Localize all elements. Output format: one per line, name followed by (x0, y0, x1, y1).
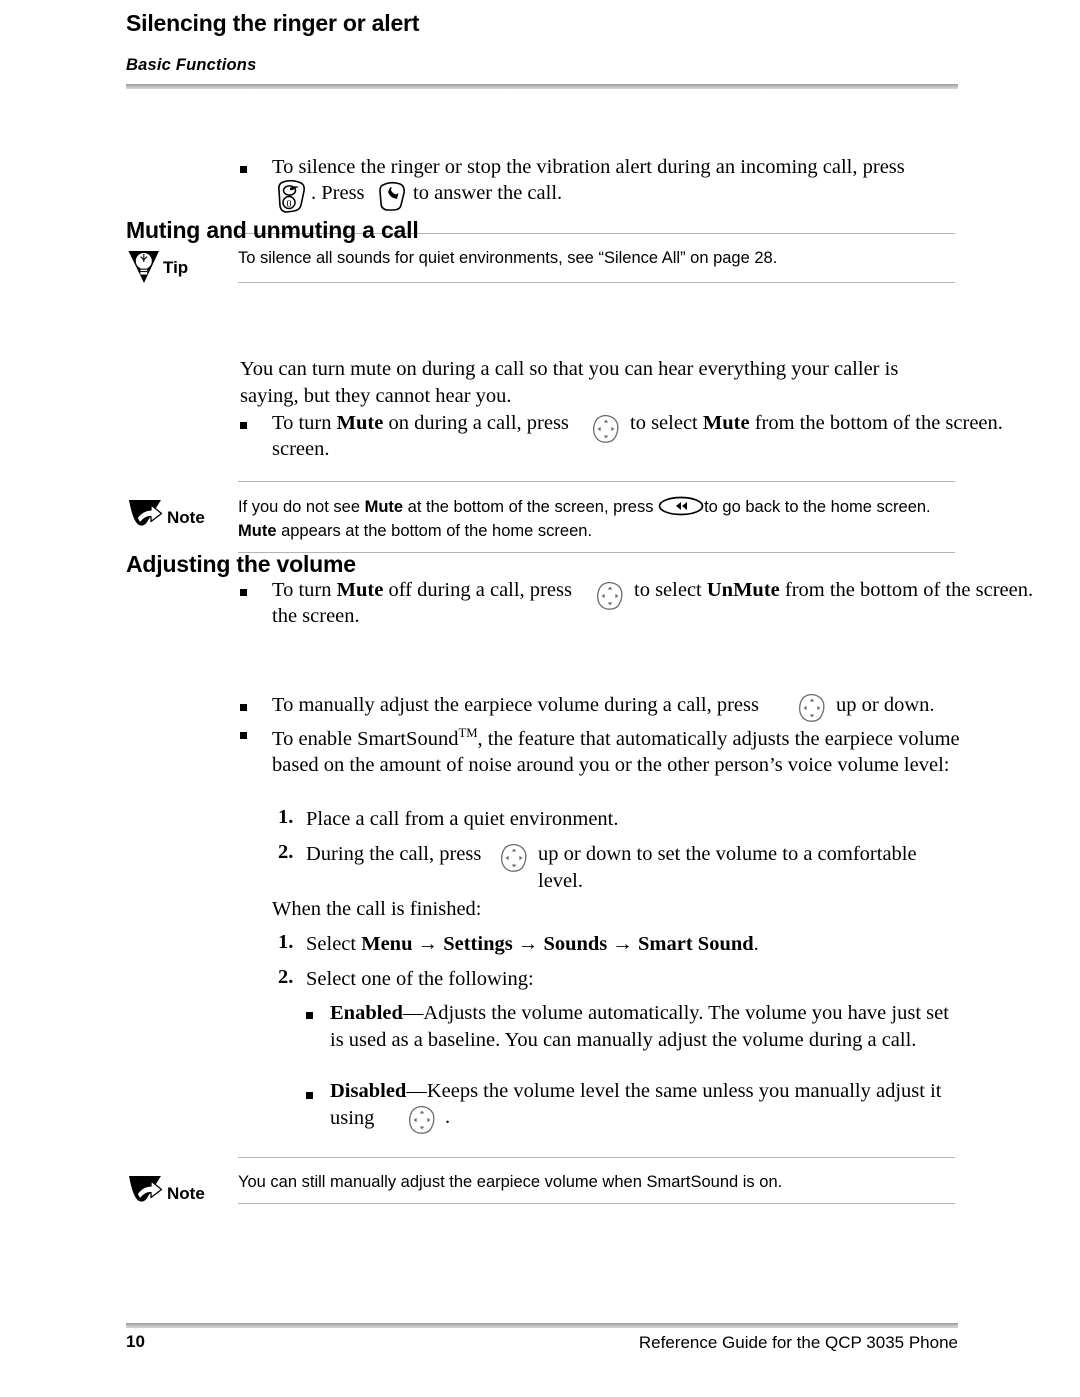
bullet-marker (240, 704, 247, 711)
tip-lightbulb-icon (127, 249, 161, 290)
step-number: 1. (278, 931, 294, 953)
step-number: 2. (278, 841, 294, 863)
section-heading-muting: Muting and unmuting a call (126, 217, 419, 243)
bullet-marker (240, 589, 247, 596)
note-arrow-icon (128, 1174, 166, 1215)
step-1-during-text: Place a call from a quiet environment. (306, 808, 619, 830)
bullet-marker (306, 1092, 313, 1099)
step-2-during-text-b: up or down to set the volume to a comfor… (538, 843, 917, 892)
back-key-icon (658, 496, 704, 523)
tip-text: To silence all sounds for quiet environm… (238, 249, 778, 267)
note-text: If you do not see Mute at the bottom of … (238, 496, 931, 540)
note2-rule-top (238, 1157, 955, 1158)
volume-interstitial-text: When the call is finished: (272, 898, 482, 920)
volume-manual-text-a: To manually adjust the earpiece volume d… (272, 694, 759, 716)
silencing-press-text: . Press (311, 182, 365, 204)
tip-rule-bottom (238, 282, 955, 283)
muting-intro-text: You can turn mute on during a call so th… (240, 358, 899, 407)
end-key-icon: 0 (276, 178, 308, 219)
note2-rule-bottom (238, 1203, 955, 1204)
mute-on-text-b: to select Mute from the bottom of the sc… (630, 412, 1003, 434)
section-heading-volume: Adjusting the volume (126, 551, 356, 577)
silencing-bullet-part1: To silence the ringer or stop the vibrat… (272, 156, 905, 178)
footer-divider (126, 1323, 958, 1328)
document-page: Basic Functions Silencing the ringer or … (0, 0, 1080, 1397)
footer-title: Reference Guide for the QCP 3035 Phone (638, 1333, 958, 1352)
step-1-after-text: Select Menu → Settings → Sounds → Smart … (306, 933, 759, 955)
step-2-during-text-a: During the call, press (306, 843, 482, 865)
note-label: Note (167, 1184, 205, 1203)
step-number: 1. (278, 806, 294, 828)
option-disabled-trailing: . (445, 1106, 451, 1128)
page-number: 10 (126, 1332, 145, 1351)
note2-text: You can still manually adjust the earpie… (238, 1173, 783, 1191)
volume-smartsound-text: To enable SmartSoundTM, the feature that… (272, 726, 960, 777)
mute-on-text-c: screen. (272, 438, 330, 460)
silencing-bullet-text: To silence the ringer or stop the vibrat… (272, 154, 962, 181)
note-label: Note (167, 508, 205, 527)
step-2-after-text: Select one of the following: (306, 968, 534, 990)
step-number: 2. (278, 966, 294, 988)
navigation-key-icon (408, 1105, 436, 1140)
bullet-marker (306, 1012, 313, 1019)
header-divider (126, 84, 958, 89)
note-arrow-icon (128, 498, 166, 539)
section-heading-silencing: Silencing the ringer or alert (126, 10, 420, 36)
navigation-key-icon (596, 581, 624, 616)
option-enabled-text: Enabled—Adjusts the volume automatically… (330, 1002, 949, 1051)
trademark-superscript: TM (458, 726, 478, 740)
mute-on-text-a: To turn Mute on during a call, press (272, 412, 569, 434)
bullet-marker (240, 422, 247, 429)
silencing-answer-text: to answer the call. (413, 182, 563, 204)
mute-off-text-b: to select UnMute from the bottom of the … (634, 579, 1034, 601)
mute-off-text-a: To turn Mute off during a call, press (272, 579, 572, 601)
bullet-marker (240, 166, 247, 173)
volume-manual-text-b: up or down. (836, 694, 935, 716)
running-header: Basic Functions (126, 56, 257, 74)
svg-text:0: 0 (287, 199, 292, 210)
mute-off-text-c: the screen. (272, 605, 360, 627)
navigation-key-icon (500, 843, 528, 878)
note-rule-top (238, 481, 955, 482)
tip-label: Tip (163, 258, 189, 277)
send-key-icon (377, 179, 409, 218)
bullet-marker (240, 732, 247, 739)
navigation-key-icon (592, 414, 620, 449)
